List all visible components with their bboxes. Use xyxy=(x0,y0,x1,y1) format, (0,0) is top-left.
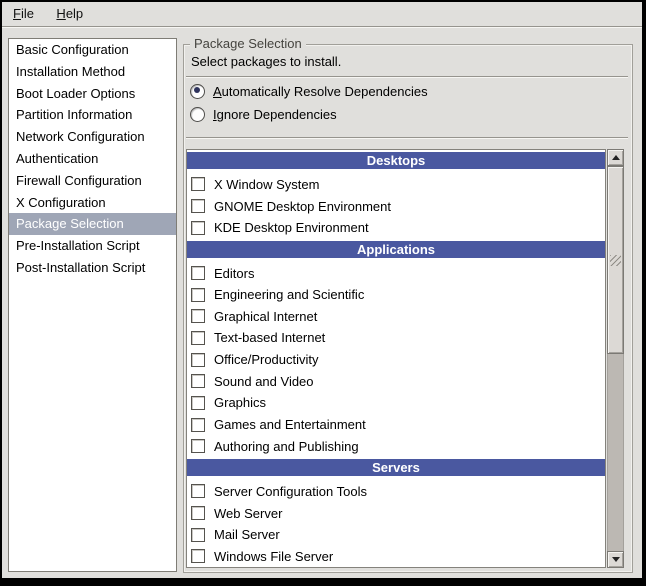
package-row[interactable]: Server Configuration Tools xyxy=(187,481,605,503)
up-arrow-icon xyxy=(612,155,620,160)
config-section-list: Basic ConfigurationInstallation MethodBo… xyxy=(8,38,177,572)
package-row[interactable]: Authoring and Publishing xyxy=(187,435,605,457)
package-row[interactable] xyxy=(187,567,605,568)
package-label: Text-based Internet xyxy=(214,330,325,345)
package-row[interactable]: X Window System xyxy=(187,174,605,196)
package-label: Sound and Video xyxy=(214,374,314,389)
package-label: Engineering and Scientific xyxy=(214,287,364,302)
package-row[interactable]: GNOME Desktop Environment xyxy=(187,195,605,217)
menu-bar: File Help xyxy=(2,2,642,27)
sidebar-item[interactable]: Pre-Installation Script xyxy=(9,235,176,257)
radio-label: Automatically Resolve Dependencies xyxy=(213,84,428,99)
package-row[interactable]: Mail Server xyxy=(187,524,605,546)
sidebar-item[interactable]: Package Selection xyxy=(9,213,176,235)
package-selection-frame: Package Selection Select packages to ins… xyxy=(183,44,633,573)
radio-ignore-dependencies[interactable]: Ignore Dependencies xyxy=(190,106,337,122)
screenshot-root: File Help Basic ConfigurationInstallatio… xyxy=(0,0,646,586)
package-row[interactable]: Text-based Internet xyxy=(187,327,605,349)
checkbox-icon[interactable] xyxy=(191,221,205,235)
package-row[interactable]: Graphical Internet xyxy=(187,305,605,327)
checkbox-icon[interactable] xyxy=(191,439,205,453)
frame-title: Package Selection xyxy=(190,36,306,51)
checkbox-icon[interactable] xyxy=(191,528,205,542)
package-label: Authoring and Publishing xyxy=(214,439,359,454)
package-label: KDE Desktop Environment xyxy=(214,220,369,235)
scrollbar-thumb[interactable] xyxy=(607,166,624,354)
package-row[interactable]: Graphics xyxy=(187,392,605,414)
package-row[interactable]: Editors xyxy=(187,262,605,284)
checkbox-icon[interactable] xyxy=(191,309,205,323)
menu-help[interactable]: Help xyxy=(47,2,92,24)
checkbox-icon[interactable] xyxy=(191,199,205,213)
package-row[interactable]: Office/Productivity xyxy=(187,349,605,371)
package-label: X Window System xyxy=(214,177,319,192)
package-row[interactable]: Windows File Server xyxy=(187,546,605,568)
checkbox-icon[interactable] xyxy=(191,353,205,367)
checkbox-icon[interactable] xyxy=(191,177,205,191)
checkbox-icon[interactable] xyxy=(191,506,205,520)
package-list-container: Desktops X Window System GNOME Desktop Env… xyxy=(186,149,628,568)
package-label: Server Configuration Tools xyxy=(214,484,367,499)
package-row[interactable]: Sound and Video xyxy=(187,370,605,392)
subtitle-text: Select packages to install. xyxy=(191,54,341,69)
separator xyxy=(186,76,628,78)
checkbox-icon[interactable] xyxy=(191,331,205,345)
package-label: Games and Entertainment xyxy=(214,417,366,432)
sidebar-item[interactable]: Firewall Configuration xyxy=(9,170,176,192)
sidebar-item[interactable]: Partition Information xyxy=(9,104,176,126)
checkbox-icon[interactable] xyxy=(191,288,205,302)
sidebar-item[interactable]: Boot Loader Options xyxy=(9,83,176,105)
package-label: Graphical Internet xyxy=(214,309,317,324)
category-header: Desktops xyxy=(187,152,605,169)
radio-label: Ignore Dependencies xyxy=(213,107,337,122)
sidebar-item[interactable]: X Configuration xyxy=(9,192,176,214)
package-label: Office/Productivity xyxy=(214,352,319,367)
sidebar-item[interactable]: Authentication xyxy=(9,148,176,170)
separator xyxy=(186,137,628,139)
checkbox-icon[interactable] xyxy=(191,418,205,432)
package-row[interactable]: Engineering and Scientific xyxy=(187,284,605,306)
package-label: GNOME Desktop Environment xyxy=(214,199,391,214)
radio-dot-icon xyxy=(194,87,200,93)
scroll-down-button[interactable] xyxy=(607,551,624,568)
down-arrow-icon xyxy=(612,557,620,562)
checkbox-icon[interactable] xyxy=(191,484,205,498)
checkbox-icon[interactable] xyxy=(191,549,205,563)
radio-auto-resolve-dependencies[interactable]: Automatically Resolve Dependencies xyxy=(190,83,428,99)
package-label: Editors xyxy=(214,266,254,281)
menu-file[interactable]: File xyxy=(4,2,43,24)
radio-selected-icon[interactable] xyxy=(190,84,205,99)
app-window: File Help Basic ConfigurationInstallatio… xyxy=(2,2,642,578)
package-row[interactable]: KDE Desktop Environment xyxy=(187,217,605,239)
package-label: Web Server xyxy=(214,506,282,521)
package-label: Graphics xyxy=(214,395,266,410)
scroll-up-button[interactable] xyxy=(607,149,624,166)
package-label: Windows File Server xyxy=(214,549,333,564)
package-list: Desktops X Window System GNOME Desktop Env… xyxy=(186,149,606,568)
sidebar-item[interactable]: Post-Installation Script xyxy=(9,257,176,279)
checkbox-icon[interactable] xyxy=(191,374,205,388)
category-header: Servers xyxy=(187,459,605,476)
package-label: Mail Server xyxy=(214,527,280,542)
sidebar-item[interactable]: Basic Configuration xyxy=(9,39,176,61)
radio-unselected-icon[interactable] xyxy=(190,107,205,122)
sidebar-item[interactable]: Installation Method xyxy=(9,61,176,83)
package-row[interactable]: Web Server xyxy=(187,502,605,524)
checkbox-icon[interactable] xyxy=(191,266,205,280)
package-row[interactable]: Games and Entertainment xyxy=(187,414,605,436)
vertical-scrollbar xyxy=(607,149,624,568)
thumb-grip-icon xyxy=(610,255,621,266)
sidebar-item[interactable]: Network Configuration xyxy=(9,126,176,148)
checkbox-icon[interactable] xyxy=(191,396,205,410)
category-header: Applications xyxy=(187,241,605,258)
